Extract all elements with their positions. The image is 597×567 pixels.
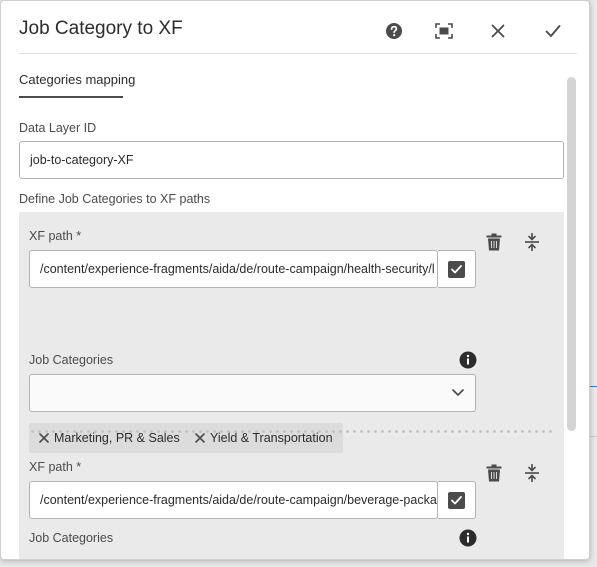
background-divider — [590, 436, 597, 437]
data-layer-id-input[interactable]: job-to-category-XF — [19, 141, 564, 179]
mapping-multifield: XF path * /content/experience-fragments/… — [19, 212, 564, 559]
job-categories-info-button[interactable] — [457, 349, 479, 371]
help-icon — [386, 23, 402, 39]
job-categories-select[interactable] — [29, 374, 476, 412]
tag-label: Marketing, PR & Sales — [54, 431, 180, 445]
xf-path-input[interactable]: /content/experience-fragments/aida/de/ro… — [29, 481, 438, 519]
item-separator — [29, 430, 554, 433]
xf-path-input[interactable]: /content/experience-fragments/aida/de/ro… — [29, 250, 438, 288]
checkmark-icon — [545, 25, 561, 37]
close-icon — [491, 24, 505, 38]
delete-icon — [486, 464, 502, 482]
chevron-down-icon — [452, 389, 464, 396]
delete-item-button[interactable] — [483, 462, 505, 484]
reorder-item-handle[interactable] — [521, 231, 543, 253]
dialog-content: Categories mapping Data Layer ID job-to-… — [1, 54, 589, 559]
xf-path-confirm-button[interactable] — [438, 481, 476, 519]
background-accent-line — [590, 386, 597, 387]
info-icon — [459, 351, 477, 369]
tag-remove-button[interactable] — [195, 433, 205, 443]
job-categories-label: Job Categories — [29, 353, 114, 367]
tag-remove-button[interactable] — [39, 433, 49, 443]
close-button[interactable] — [486, 19, 510, 43]
job-categories-label: Job Categories — [29, 531, 114, 545]
data-layer-id-label: Data Layer ID — [19, 121, 97, 135]
done-button[interactable] — [541, 19, 565, 43]
reorder-item-handle[interactable] — [521, 462, 543, 484]
tag-remove-icon — [39, 433, 49, 443]
checkbox-checked-icon — [448, 491, 465, 509]
info-icon — [459, 529, 477, 547]
xf-path-confirm-button[interactable] — [438, 250, 476, 288]
reorder-icon — [525, 233, 539, 251]
tag-label: Yield & Transportation — [210, 431, 333, 445]
checkbox-checked-icon — [448, 260, 465, 278]
delete-item-button[interactable] — [483, 231, 505, 253]
job-categories-info-button[interactable] — [457, 527, 479, 549]
dialog: Job Category to XF Categories mapping Da… — [0, 0, 590, 560]
scrollbar-thumb[interactable] — [567, 77, 576, 431]
category-tag: Marketing, PR & Sales — [29, 423, 190, 453]
fullscreen-button[interactable] — [432, 19, 456, 43]
tag-remove-icon — [195, 433, 205, 443]
delete-icon — [486, 233, 502, 251]
xf-path-label: XF path * — [29, 229, 82, 243]
fullscreen-icon — [435, 23, 453, 39]
tab-categories-mapping[interactable]: Categories mapping — [19, 72, 135, 87]
reorder-icon — [525, 464, 539, 482]
dialog-header: Job Category to XF — [1, 1, 589, 53]
category-tag: Yield & Transportation — [185, 423, 343, 453]
dialog-title: Job Category to XF — [19, 18, 183, 39]
tab-selected-indicator — [19, 96, 123, 98]
xf-path-label: XF path * — [29, 460, 82, 474]
mapping-section-label: Define Job Categories to XF paths — [19, 192, 211, 206]
help-button[interactable] — [382, 19, 406, 43]
